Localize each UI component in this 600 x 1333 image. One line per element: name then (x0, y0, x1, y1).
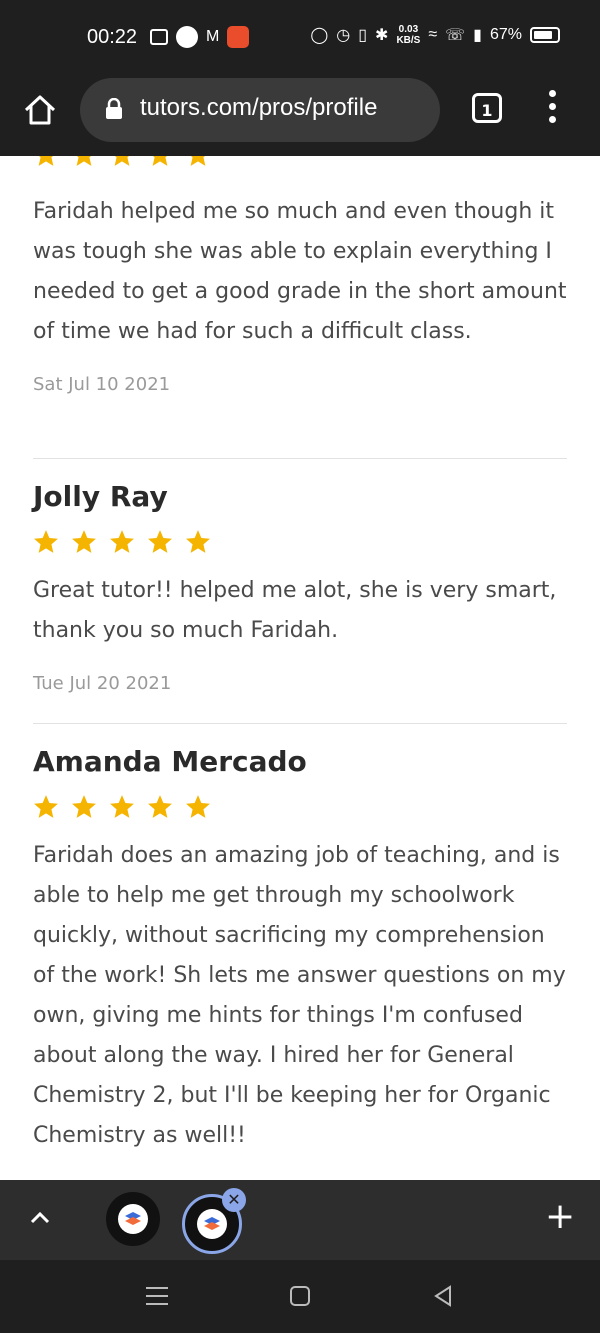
star-icon (76, 156, 92, 166)
vlc-icon (227, 26, 250, 48)
vibrate-icon: ▯ (358, 27, 368, 44)
headset-icon: ◯ (310, 27, 329, 44)
tab-switcher-button[interactable]: 1 (472, 93, 502, 123)
net-speed: 0.03 KB/S (396, 24, 420, 46)
status-time: 00:22 (87, 26, 138, 48)
star-icon (110, 795, 134, 818)
tutors-logo-icon (197, 1209, 227, 1239)
review-item: Faridah helped me so much and even thoug… (33, 156, 567, 395)
net-speed-unit: KB/S (396, 35, 421, 46)
review-divider (33, 723, 567, 724)
message-icon (176, 26, 198, 48)
star-icon (186, 795, 210, 818)
lock-icon (106, 98, 122, 119)
star-icon (114, 156, 130, 166)
browser-toolbar: tutors.com/pros/profile 1 (0, 78, 600, 156)
star-icon (190, 156, 206, 166)
star-icon (72, 795, 96, 818)
signal-icon: ▮ (473, 27, 482, 44)
system-icons: ◯ ◷ ▯ ✱ 0.03 KB/S ≈ ☏ ▮ 67% (310, 24, 560, 46)
review-date: Tue Jul 20 2021 (33, 673, 172, 694)
star-icon (34, 795, 58, 818)
review-item: Amanda Mercado Faridah does an amazing j… (33, 745, 567, 1156)
system-nav-bar (0, 1260, 600, 1333)
star-icon (152, 156, 168, 166)
star-icon (38, 156, 54, 166)
gmail-icon: M (206, 28, 220, 45)
bluetooth-icon: ✱ (375, 27, 389, 44)
home-icon[interactable] (22, 92, 58, 128)
tutors-logo-icon (118, 1204, 148, 1234)
star-icon (186, 530, 210, 553)
review-item: Jolly Ray Great tutor!! helped me alot, … (33, 480, 567, 694)
chevron-up-icon[interactable] (28, 1206, 52, 1230)
status-bar: 00:22 M ◯ ◷ ▯ ✱ 0.03 KB/S ≈ ☏ ▮ 67% (0, 0, 600, 78)
more-vert-icon[interactable] (548, 90, 558, 130)
star-rating (33, 529, 567, 557)
star-icon (110, 530, 134, 553)
close-icon[interactable]: ✕ (222, 1188, 246, 1212)
wifi-icon: ≈ (428, 26, 438, 43)
reviewer-name: Jolly Ray (33, 480, 168, 513)
star-icon (148, 530, 172, 553)
battery-percent: 67% (489, 26, 522, 43)
news-icon (150, 29, 168, 45)
plus-icon[interactable]: + (545, 1199, 575, 1235)
back-icon[interactable] (432, 1284, 454, 1308)
review-date: Sat Jul 10 2021 (33, 374, 171, 395)
reviewer-name: Amanda Mercado (33, 745, 307, 778)
call-icon: ☏ (445, 27, 466, 44)
url-text: tutors.com/pros/profile (140, 94, 378, 121)
tab-thumbnail[interactable] (106, 1192, 160, 1246)
net-speed-value: 0.03 (398, 24, 419, 35)
star-rating (33, 794, 567, 822)
review-text: Faridah helped me so much and even thoug… (33, 199, 567, 344)
star-icon (148, 795, 172, 818)
page-content: Faridah helped me so much and even thoug… (0, 156, 600, 1180)
review-divider (33, 458, 567, 459)
home-nav-icon[interactable] (290, 1286, 310, 1306)
tab-strip: ✕ + (0, 1180, 600, 1260)
alarm-icon: ◷ (336, 27, 351, 44)
star-icon (34, 530, 58, 553)
star-icon (72, 530, 96, 553)
review-text: Faridah does an amazing job of teaching,… (33, 843, 566, 1148)
review-text: Great tutor!! helped me alot, she is ver… (33, 578, 557, 643)
battery-icon (530, 27, 560, 43)
notification-icons: M (150, 26, 250, 48)
star-rating (33, 156, 567, 170)
recent-apps-icon[interactable] (146, 1287, 168, 1305)
url-bar[interactable]: tutors.com/pros/profile (80, 78, 440, 142)
